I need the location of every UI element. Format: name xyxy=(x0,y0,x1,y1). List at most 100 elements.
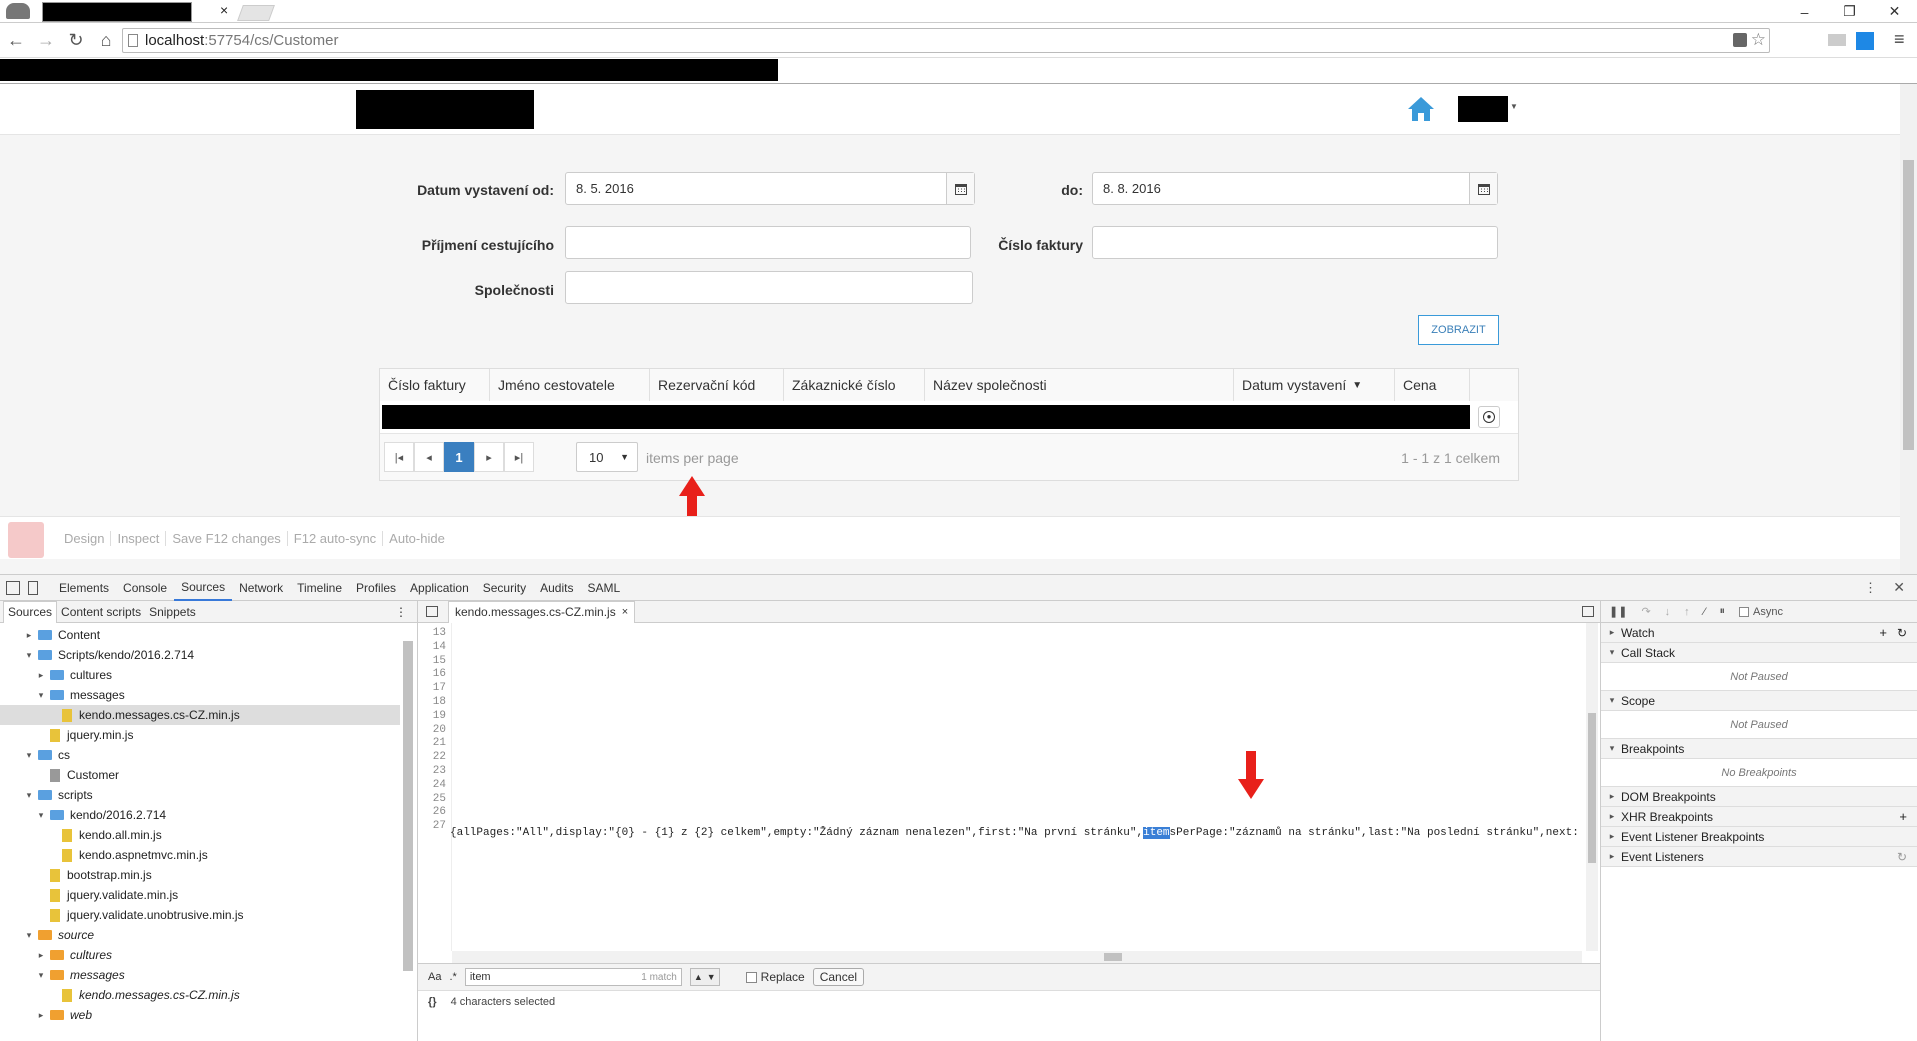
replace-checkbox[interactable] xyxy=(745,971,757,983)
regex-toggle[interactable]: .* xyxy=(449,971,456,983)
forward-icon[interactable]: → xyxy=(34,28,58,52)
current-page-button[interactable]: 1 xyxy=(444,442,474,472)
browser-tab-active[interactable] xyxy=(42,2,192,22)
minimize-button[interactable]: – xyxy=(1782,0,1827,23)
event-listener-breakpoints-section[interactable]: ▸ Event Listener Breakpoints xyxy=(1601,827,1917,847)
restore-button[interactable]: ❐ xyxy=(1827,0,1872,23)
tree-item[interactable]: jquery.validate.unobtrusive.min.js xyxy=(0,905,400,925)
prev-page-icon[interactable]: ◂ xyxy=(414,442,444,472)
extension-icon[interactable] xyxy=(1828,34,1846,46)
autohide-toggle[interactable]: Auto-hide xyxy=(383,531,451,546)
devtools-tab-elements[interactable]: Elements xyxy=(52,575,116,601)
watch-section[interactable]: ▸ Watch + ↻ xyxy=(1601,623,1917,643)
devtools-tab-audits[interactable]: Audits xyxy=(533,575,580,601)
devtools-tab-sources[interactable]: Sources xyxy=(174,575,233,601)
new-tab-button[interactable] xyxy=(237,5,275,21)
devtools-tab-application[interactable]: Application xyxy=(403,575,476,601)
column-header[interactable]: Název společnosti xyxy=(925,369,1234,401)
search-prev-icon[interactable]: ▲ xyxy=(694,972,703,982)
editor-horizontal-scrollbar[interactable] xyxy=(452,951,1582,963)
column-header[interactable]: Číslo faktury xyxy=(380,369,490,401)
search-nav-buttons[interactable]: ▲ ▼ xyxy=(689,968,720,986)
column-header[interactable]: Rezervační kód xyxy=(650,369,784,401)
home-icon[interactable] xyxy=(1407,96,1435,122)
tree-item[interactable]: kendo.all.min.js xyxy=(0,825,400,845)
refresh-icon[interactable]: ↻ xyxy=(1897,626,1907,640)
event-listeners-section[interactable]: ▸ Event Listeners ↻ xyxy=(1601,847,1917,867)
pause-on-exceptions-icon[interactable]: ⏸ xyxy=(1720,605,1726,618)
close-tab-icon[interactable]: × xyxy=(622,606,628,618)
tree-item[interactable]: ▸ cultures xyxy=(0,665,400,685)
devtools-tab-profiles[interactable]: Profiles xyxy=(349,575,403,601)
tree-item[interactable]: ▾ Scripts/kendo/2016.2.714 xyxy=(0,645,400,665)
show-button[interactable]: ZOBRAZIT xyxy=(1418,315,1499,345)
star-icon[interactable]: ☆ xyxy=(1751,30,1766,50)
nav-tab-content-scripts[interactable]: Content scripts xyxy=(57,601,145,623)
refresh-icon[interactable]: ↻ xyxy=(1897,850,1907,864)
step-over-icon[interactable]: ↷ xyxy=(1641,605,1650,618)
page-scrollbar[interactable] xyxy=(1900,84,1917,574)
menu-icon[interactable]: ≡ xyxy=(1894,29,1905,50)
search-input[interactable]: item 1 match xyxy=(464,968,682,986)
devtools-tab-network[interactable]: Network xyxy=(232,575,290,601)
devtools-tab-security[interactable]: Security xyxy=(476,575,533,601)
deactivate-breakpoints-icon[interactable]: ⁄ xyxy=(1704,606,1706,618)
toggle-debugger-icon[interactable] xyxy=(1582,606,1594,617)
scroll-thumb[interactable] xyxy=(1104,953,1122,961)
tree-item[interactable]: ▾ messages xyxy=(0,685,400,705)
invoice-number-input[interactable] xyxy=(1092,226,1498,259)
add-watch-icon[interactable]: + xyxy=(1879,625,1887,640)
tree-item[interactable]: ▸ cultures xyxy=(0,945,400,965)
tree-item[interactable]: jquery.min.js xyxy=(0,725,400,745)
breakpoints-section[interactable]: ▾ Breakpoints xyxy=(1601,739,1917,759)
tree-item[interactable]: ▾ cs xyxy=(0,745,400,765)
next-page-icon[interactable]: ▸ xyxy=(474,442,504,472)
editor-vertical-scrollbar[interactable] xyxy=(1586,623,1598,951)
translate-icon[interactable] xyxy=(1733,33,1747,47)
first-page-icon[interactable]: |◂ xyxy=(384,442,414,472)
tree-item[interactable]: kendo.messages.cs-CZ.min.js xyxy=(0,985,400,1005)
expand-row-icon[interactable]: ● xyxy=(1478,406,1500,428)
tree-item[interactable]: jquery.validate.min.js xyxy=(0,885,400,905)
tree-item-selected[interactable]: kendo.messages.cs-CZ.min.js xyxy=(0,705,400,725)
nav-tab-snippets[interactable]: Snippets xyxy=(145,601,200,623)
reload-icon[interactable]: ↻ xyxy=(64,28,88,52)
close-window-button[interactable]: ✕ xyxy=(1872,0,1917,23)
search-next-icon[interactable]: ▼ xyxy=(707,972,716,982)
close-tab-icon[interactable]: × xyxy=(220,2,228,18)
devtools-tab-console[interactable]: Console xyxy=(116,575,174,601)
tree-item[interactable]: kendo.aspnetmvc.min.js xyxy=(0,845,400,865)
f12-autosync-toggle[interactable]: F12 auto-sync xyxy=(288,531,384,546)
step-out-icon[interactable]: ↑ xyxy=(1684,606,1690,618)
calendar-icon[interactable] xyxy=(946,173,974,204)
pretty-print-icon[interactable]: {} xyxy=(428,996,437,1008)
inspect-element-icon[interactable] xyxy=(6,580,20,595)
tree-item[interactable]: bootstrap.min.js xyxy=(0,865,400,885)
device-mode-icon[interactable] xyxy=(28,580,38,595)
devtools-tab-timeline[interactable]: Timeline xyxy=(290,575,349,601)
back-icon[interactable]: ← xyxy=(4,28,28,52)
date-to-input[interactable]: 8. 8. 2016 xyxy=(1092,172,1498,205)
xhr-breakpoints-section[interactable]: ▸ XHR Breakpoints + xyxy=(1601,807,1917,827)
devtools-tab-saml[interactable]: SAML xyxy=(580,575,627,601)
saml-extension-icon[interactable] xyxy=(1856,32,1874,50)
match-case-toggle[interactable]: Aa xyxy=(428,971,441,983)
close-devtools-icon[interactable]: ✕ xyxy=(1893,579,1905,596)
company-input[interactable] xyxy=(565,271,973,304)
address-bar[interactable]: localhost:57754/cs/Customer ☆ xyxy=(122,28,1770,53)
language-dropdown[interactable] xyxy=(1458,96,1508,122)
inspect-button[interactable]: Inspect xyxy=(111,531,167,546)
more-options-icon[interactable]: ⋮ xyxy=(395,605,407,619)
call-stack-section[interactable]: ▾ Call Stack xyxy=(1601,643,1917,663)
column-header[interactable]: Cena xyxy=(1395,369,1470,401)
column-header[interactable]: Zákaznické číslo xyxy=(784,369,925,401)
table-row[interactable] xyxy=(382,405,1470,429)
toggle-navigator-icon[interactable] xyxy=(426,606,438,617)
scope-section[interactable]: ▾ Scope xyxy=(1601,691,1917,711)
navigator-scrollbar[interactable] xyxy=(403,641,413,971)
surname-input[interactable] xyxy=(565,226,971,259)
editor-file-tab[interactable]: kendo.messages.cs-CZ.min.js × xyxy=(448,600,636,623)
column-header-sorted[interactable]: Datum vystavení ▼ xyxy=(1234,369,1395,401)
tree-item[interactable]: ▾ kendo/2016.2.714 xyxy=(0,805,400,825)
tree-item[interactable]: ▸ Content xyxy=(0,625,400,645)
